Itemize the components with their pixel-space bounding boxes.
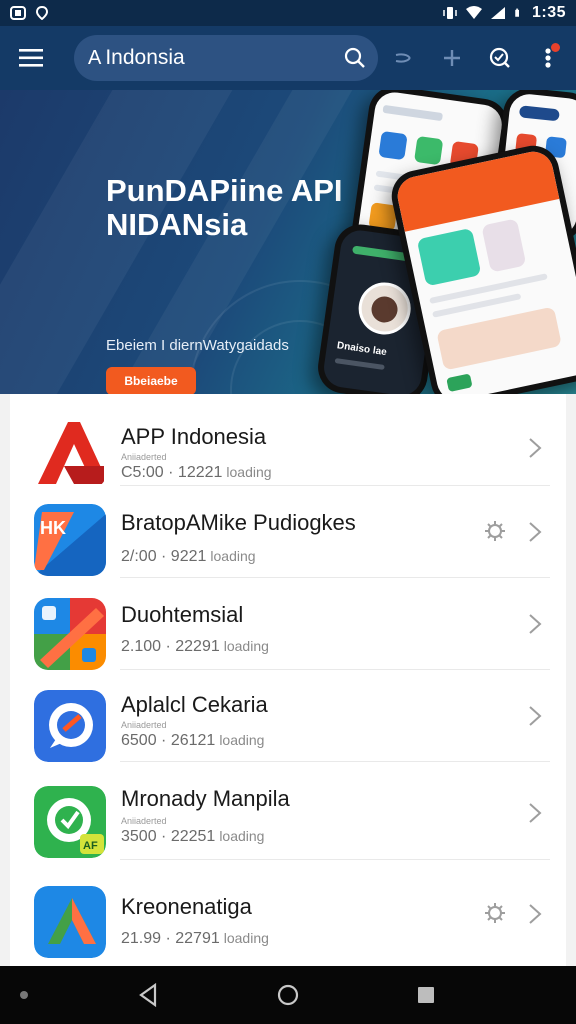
app-name: Duohtemsial <box>121 602 244 627</box>
chevron-right-icon[interactable] <box>526 705 544 727</box>
app-meta: 21.99 · 22791 loading <box>121 930 269 947</box>
list-item[interactable]: APP Indonesia Aniiaderted C5:00 · 12221 l… <box>10 394 566 488</box>
status-time: 1:35 <box>531 4 566 21</box>
blue-arrow-logo-icon <box>34 886 106 958</box>
app-list: APP Indonesia Aniiaderted C5:00 · 12221 l… <box>10 394 566 966</box>
app-name: Mronady Manpila <box>121 786 290 811</box>
app-name: Aplalcl Cekaria <box>121 692 268 717</box>
app-toolbar: A Indonsia <box>0 26 576 90</box>
notification-icon <box>10 6 26 20</box>
list-item[interactable]: AF Mronady Manpila Aniiaderted 3500 · 22… <box>10 762 566 860</box>
share-button[interactable] <box>380 34 428 82</box>
dot-icon <box>20 991 28 999</box>
red-a-logo-icon <box>34 416 106 488</box>
app-subtitle: Aniiaderted <box>121 720 167 730</box>
hamburger-icon <box>19 49 43 67</box>
chevron-right-icon[interactable] <box>526 613 544 635</box>
notification-badge <box>551 43 560 52</box>
chevron-right-icon[interactable] <box>526 903 544 925</box>
app-name: Kreonenatiga <box>121 894 252 919</box>
toolbar-title: Indonsia <box>105 46 185 69</box>
nav-back-button[interactable] <box>128 975 168 1015</box>
app-meta: 2/:00 · 9221 loading <box>121 548 256 565</box>
recents-icon <box>418 987 434 1003</box>
app-subtitle: Aniiaderted <box>121 452 167 462</box>
list-item[interactable]: Aplalcl Cekaria Aniiaderted 6500 · 26121… <box>10 670 566 762</box>
nav-dot-button[interactable] <box>4 975 44 1015</box>
settings-gear-icon[interactable] <box>484 520 506 542</box>
settings-gear-icon[interactable] <box>484 902 506 924</box>
banner-subtitle: Ebeiem I diernWatygaidads <box>106 337 289 354</box>
wifi-icon <box>465 6 482 19</box>
app-meta: C5:00 · 12221 loading <box>121 464 272 481</box>
location-icon <box>35 6 49 20</box>
app-name: APP Indonesia <box>121 424 267 449</box>
app-meta: 2.100 · 22291 loading <box>121 638 269 655</box>
chevron-right-icon[interactable] <box>526 521 544 543</box>
app-name: BratopAMike Pudiogkes <box>121 510 356 535</box>
phone-caption: Dnaiso lae <box>336 340 388 359</box>
promo-banner[interactable]: PunDAPiine API NIDANsia Ebeiem I diernWa… <box>0 90 576 394</box>
refresh-icon <box>489 47 510 68</box>
list-item[interactable]: HK BratopAMike Pudiogkes 2/:00 · 9221 loa… <box>10 486 566 578</box>
banner-cta-button[interactable]: Bbeiaebe <box>106 367 196 394</box>
home-icon <box>277 984 299 1006</box>
vibrate-icon <box>443 7 457 19</box>
chevron-right-icon[interactable] <box>526 437 544 459</box>
blue-hk-logo-icon: HK <box>34 504 106 576</box>
more-button[interactable] <box>524 34 572 82</box>
blue-chat-bubble-icon <box>34 690 106 762</box>
menu-button[interactable] <box>0 26 64 90</box>
nav-home-button[interactable] <box>268 975 308 1015</box>
nav-recents-button[interactable] <box>406 975 446 1015</box>
search-bar[interactable]: A Indonsia <box>74 35 378 81</box>
more-vert-icon <box>545 48 551 68</box>
search-icon[interactable] <box>344 47 366 69</box>
banner-title: PunDAPiine API NIDANsia <box>106 173 343 242</box>
status-bar: 1:35 <box>0 0 576 26</box>
svg-text:HK: HK <box>40 518 66 538</box>
add-button[interactable] <box>428 34 476 82</box>
signal-icon <box>490 7 505 19</box>
list-item[interactable]: Duohtemsial 2.100 · 22291 loading <box>10 578 566 670</box>
green-chat-icon: AF <box>34 786 106 858</box>
app-subtitle: Aniiaderted <box>121 816 167 826</box>
battery-icon <box>515 8 519 17</box>
list-item[interactable]: Kreonenatiga 21.99 · 22791 loading <box>10 866 566 958</box>
multicolor-tiles-icon <box>34 598 106 670</box>
chevron-right-icon[interactable] <box>526 802 544 824</box>
back-icon <box>139 983 157 1007</box>
app-meta: 3500 · 22251 loading <box>121 828 265 845</box>
title-mark: A <box>88 46 102 69</box>
svg-text:AF: AF <box>83 840 98 852</box>
refresh-button[interactable] <box>476 34 524 82</box>
app-meta: 6500 · 26121 loading <box>121 732 265 749</box>
system-nav-bar <box>0 966 576 1024</box>
share-icon <box>395 53 411 63</box>
add-icon <box>444 50 460 66</box>
